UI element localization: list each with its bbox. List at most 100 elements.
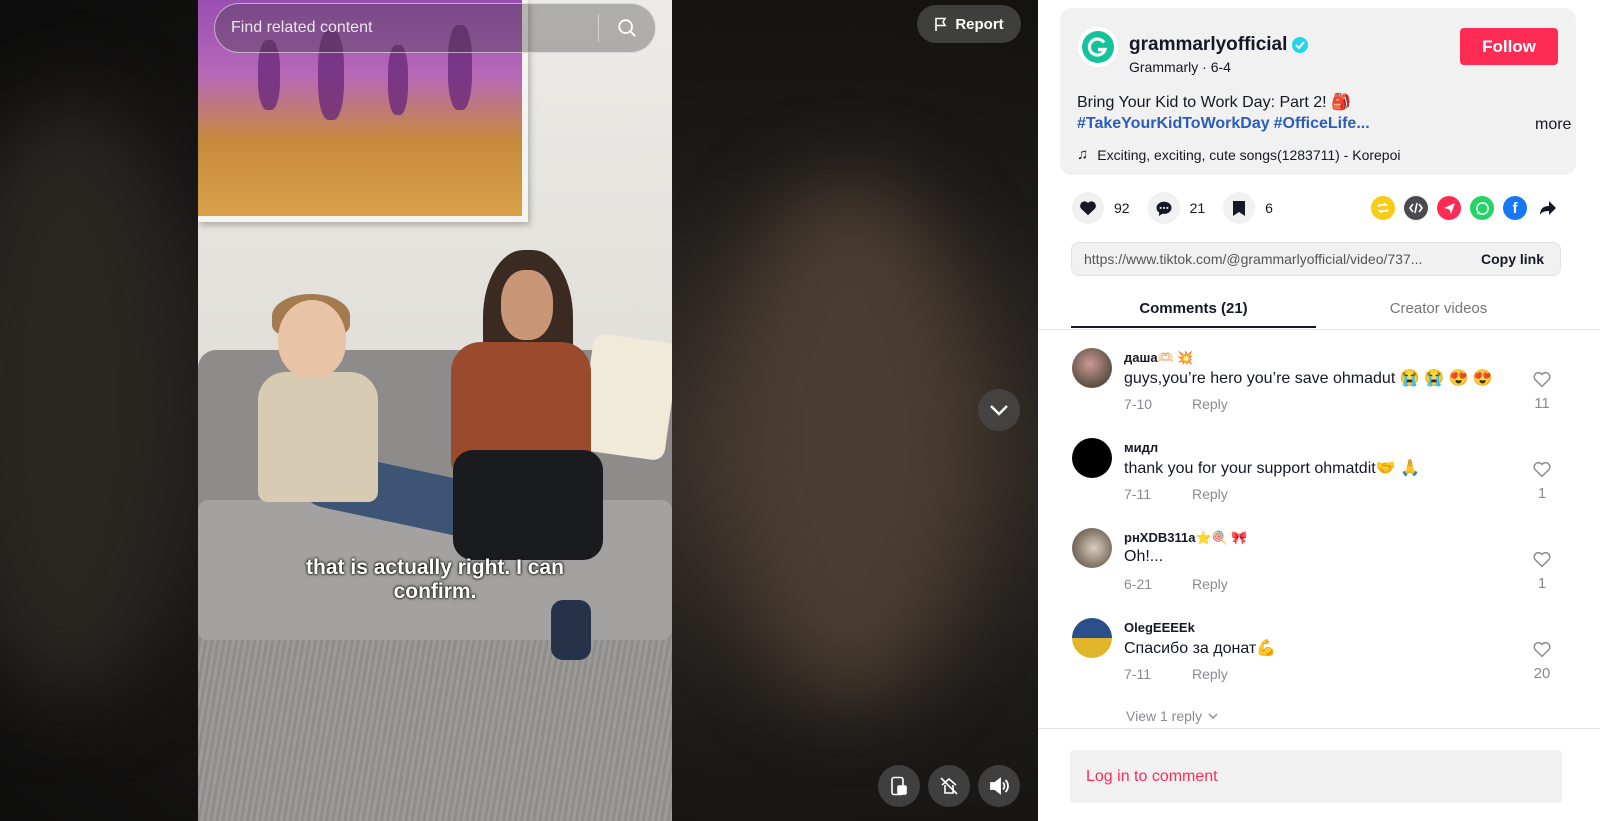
mini-player-icon: [891, 776, 907, 796]
comment-item: рнXDB311a⭐🍭 🎀 Oh!... 6-21 Reply 1: [1072, 518, 1572, 598]
search-icon: [618, 19, 636, 37]
chevron-down-icon: [990, 405, 1008, 416]
comment-text: thank you for your support ohmatdit🤝 🙏: [1124, 460, 1420, 477]
tab-comments[interactable]: Comments (21): [1071, 290, 1316, 328]
paper-plane-icon: [1443, 202, 1455, 214]
volume-icon: [990, 777, 1009, 795]
code-icon: [1409, 202, 1423, 214]
comment-text: Спасибо за донат💪: [1124, 640, 1277, 657]
author-display-name: Grammarly: [1129, 59, 1199, 75]
reply-button[interactable]: Reply: [1192, 666, 1228, 682]
avatar[interactable]: [1072, 528, 1112, 568]
comment-like-button[interactable]: 11: [1527, 370, 1557, 412]
floating-player-button[interactable]: [928, 765, 970, 807]
search-input[interactable]: [215, 19, 598, 37]
save-count: 6: [1265, 200, 1273, 216]
avatar[interactable]: [1072, 438, 1112, 478]
facebook-share-button[interactable]: f: [1503, 196, 1527, 220]
subtitle-line-2: confirm.: [393, 580, 477, 603]
repost-icon: [1377, 202, 1389, 214]
report-button[interactable]: Report: [917, 5, 1021, 43]
share-arrow-icon: [1540, 201, 1556, 215]
comment-item: даша🫶🏻 💥 guys,you’re hero you’re save oh…: [1072, 338, 1572, 418]
music-link[interactable]: ♫ Exciting, exciting, cute songs(1283711…: [1077, 146, 1401, 163]
subtitle-line-1: that is actually right. I can: [306, 556, 564, 579]
login-to-comment-button[interactable]: Log in to comment: [1070, 750, 1562, 803]
comment-username[interactable]: OlegEEEEk: [1124, 620, 1195, 635]
comment-like-button[interactable]: 1: [1527, 550, 1557, 592]
grammarly-logo-icon: [1082, 31, 1114, 63]
comment-date: 7-10: [1124, 396, 1153, 412]
heart-outline-icon: [1533, 641, 1551, 658]
more-button[interactable]: more: [1535, 116, 1571, 134]
child-figure: [258, 294, 532, 550]
comment-like-button[interactable]: 1: [1527, 460, 1557, 502]
verified-badge-icon: [1292, 37, 1309, 53]
view-replies-button[interactable]: View 1 reply: [1126, 708, 1218, 724]
like-action[interactable]: 92: [1072, 192, 1130, 224]
chevron-down-icon: [1208, 713, 1218, 719]
volume-button[interactable]: [978, 765, 1020, 807]
search-button[interactable]: [599, 4, 655, 52]
comment-username[interactable]: даша🫶🏻 💥: [1124, 350, 1194, 366]
copy-link-button[interactable]: Copy link: [1465, 251, 1560, 267]
comment-item: OlegEEEEk Спасибо за донат💪 7-11 Reply 2…: [1072, 608, 1572, 688]
save-action[interactable]: 6: [1223, 192, 1273, 224]
comment-text: guys,you’re hero you’re save ohmadut 😭 😭…: [1124, 370, 1493, 387]
meta-separator: ·: [1202, 59, 1211, 75]
details-panel: grammarlyofficial Grammarly · 6-4 Follow…: [1038, 0, 1600, 821]
comment-action[interactable]: 21: [1147, 192, 1205, 224]
hashtag-list: #TakeYourKidToWorkDay #OfficeLife...: [1077, 115, 1374, 133]
avatar[interactable]: [1072, 348, 1112, 388]
comment-date: 7-11: [1124, 666, 1151, 682]
hashtag-take-your-kid[interactable]: #TakeYourKidToWorkDay: [1077, 115, 1270, 132]
comment-item: мидл thank you for your support ohmatdit…: [1072, 428, 1572, 508]
embed-button[interactable]: [1404, 196, 1428, 220]
report-label: Report: [955, 15, 1004, 33]
comment-like-count: 1: [1537, 485, 1547, 502]
bookmark-icon: [1233, 200, 1246, 216]
background-blur-right: [720, 180, 980, 700]
comment-username[interactable]: мидл: [1124, 440, 1158, 455]
video-area: that is actually right. I can confirm. R…: [0, 0, 1038, 821]
whatsapp-share-button[interactable]: [1470, 196, 1494, 220]
comment-list: даша🫶🏻 💥 guys,you’re hero you’re save oh…: [1038, 338, 1600, 728]
mini-player-button[interactable]: [878, 765, 920, 807]
heart-icon: [1080, 201, 1096, 216]
video-link-text[interactable]: https://www.tiktok.com/@grammarlyofficia…: [1072, 251, 1465, 267]
like-button[interactable]: [1072, 192, 1104, 224]
author-username[interactable]: grammarlyofficial: [1129, 34, 1309, 56]
search-bar: [214, 3, 656, 53]
more-share-button[interactable]: [1536, 196, 1560, 220]
comment-username[interactable]: рнXDB311a⭐🍭 🎀: [1124, 530, 1248, 546]
repost-button[interactable]: [1371, 196, 1395, 220]
panel-tabs: Comments (21) Creator videos: [1071, 290, 1561, 328]
facebook-icon: f: [1512, 199, 1518, 217]
comment-like-button[interactable]: 20: [1527, 640, 1557, 682]
tab-creator-videos[interactable]: Creator videos: [1316, 290, 1561, 328]
send-button[interactable]: [1437, 196, 1461, 220]
save-button[interactable]: [1223, 192, 1256, 224]
like-count: 92: [1114, 200, 1130, 216]
comment-button[interactable]: [1147, 192, 1180, 224]
video-subtitle: that is actually right. I can confirm.: [198, 556, 672, 604]
avatar[interactable]: [1072, 618, 1112, 658]
video-player[interactable]: that is actually right. I can confirm.: [198, 0, 672, 821]
author-username-text: grammarlyofficial: [1129, 34, 1288, 55]
next-video-button[interactable]: [978, 389, 1020, 431]
video-link-box: https://www.tiktok.com/@grammarlyofficia…: [1071, 242, 1561, 276]
reply-button[interactable]: Reply: [1192, 396, 1228, 412]
comment-input-divider: [1038, 728, 1600, 729]
author-avatar[interactable]: [1078, 27, 1118, 67]
flag-icon: [935, 17, 947, 31]
post-date: 6-4: [1210, 59, 1231, 75]
reply-button[interactable]: Reply: [1192, 486, 1228, 502]
heart-outline-icon: [1533, 551, 1551, 568]
comment-date: 6-21: [1124, 576, 1153, 592]
hashtag-office-life[interactable]: #OfficeLife...: [1274, 115, 1370, 132]
reply-button[interactable]: Reply: [1192, 576, 1228, 592]
comment-text: Oh!...: [1124, 548, 1164, 565]
music-title: Exciting, exciting, cute songs(1283711) …: [1097, 146, 1401, 163]
comment-like-count: 1: [1537, 575, 1547, 592]
follow-button[interactable]: Follow: [1460, 28, 1558, 65]
